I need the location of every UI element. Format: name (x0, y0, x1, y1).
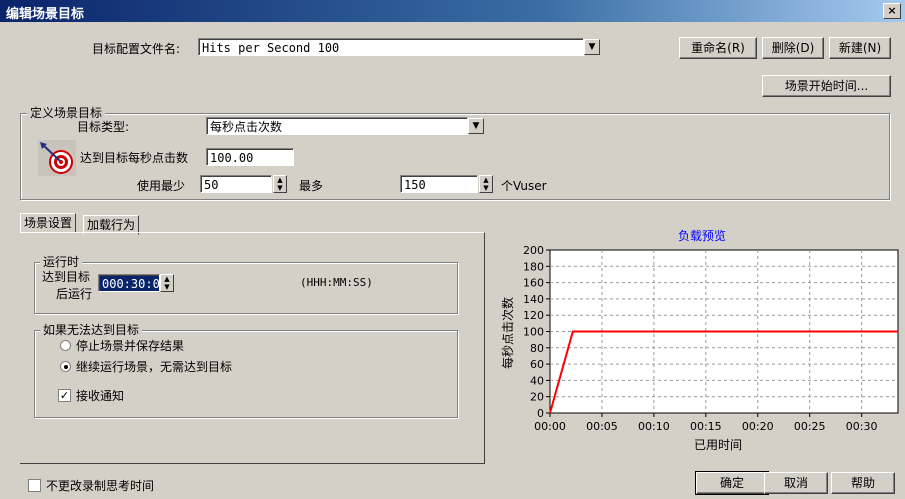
max-label: 最多 (299, 179, 324, 193)
notify-label: 接收通知 (76, 389, 125, 403)
x-tick-label: 00:10 (638, 420, 670, 433)
x-tick-label: 00:15 (690, 420, 722, 433)
spin-down-icon[interactable]: ▼ (480, 184, 492, 192)
window-title: 编辑场景目标 (6, 7, 85, 22)
help-button[interactable]: 帮助 (831, 472, 895, 494)
goal-type-dropdown-button[interactable]: ▼ (468, 118, 484, 134)
run-time-format-hint: (HHH:MM:SS) (300, 276, 373, 289)
chart-ylabel: 每秒点击次数 (500, 297, 515, 369)
ok-button[interactable]: 确定 (695, 471, 769, 495)
y-tick-label: 60 (530, 358, 544, 371)
cannot-reach-title: 如果无法达到目标 (40, 321, 143, 338)
run-time-spinner[interactable]: ▲ ▼ (160, 274, 174, 292)
title-bar: 编辑场景目标 × (0, 0, 905, 22)
chart-xlabel: 已用时间 (694, 438, 742, 452)
y-tick-label: 200 (523, 244, 544, 257)
spin-up-icon[interactable]: ▲ (480, 176, 492, 184)
y-tick-label: 0 (537, 407, 544, 420)
run-time-input[interactable]: 000:30:0 (98, 274, 160, 292)
spin-down-icon[interactable]: ▼ (274, 184, 286, 192)
continue-scenario-label: 继续运行场景，无需达到目标 (76, 360, 233, 374)
scenario-start-time-button[interactable]: 场景开始时间... (762, 75, 891, 97)
y-tick-label: 20 (530, 391, 544, 404)
tab-scenario-settings[interactable]: 场景设置 (20, 213, 77, 233)
y-tick-label: 100 (523, 326, 544, 339)
vuser-unit-label: 个Vuser (501, 179, 547, 193)
y-tick-label: 40 (530, 374, 544, 387)
spin-up-icon[interactable]: ▲ (161, 275, 173, 283)
max-vusers-input[interactable]: 150 (400, 175, 478, 193)
min-vusers-input[interactable]: 50 (200, 175, 272, 193)
y-tick-label: 160 (523, 277, 544, 290)
goal-type-label: 目标类型: (77, 120, 130, 134)
new-button[interactable]: 新建(N) (829, 37, 891, 59)
y-tick-label: 140 (523, 293, 544, 306)
y-tick-label: 120 (523, 309, 544, 322)
close-button[interactable]: × (883, 3, 901, 19)
y-tick-label: 180 (523, 260, 544, 273)
no-change-think-checkbox[interactable] (28, 479, 41, 492)
x-tick-label: 00:25 (794, 420, 826, 433)
stop-scenario-label: 停止场景并保存结果 (76, 339, 185, 353)
target-hits-label: 达到目标每秒点击数 (80, 151, 189, 165)
target-icon (38, 140, 76, 176)
run-time-label-line2: 后运行 (56, 287, 93, 301)
y-tick-label: 80 (530, 342, 544, 355)
min-vusers-spinner[interactable]: ▲ ▼ (273, 175, 287, 193)
spin-up-icon[interactable]: ▲ (274, 176, 286, 184)
use-min-label: 使用最少 (137, 179, 186, 193)
chevron-down-icon: ▼ (588, 42, 596, 52)
stop-scenario-radio[interactable] (60, 340, 71, 351)
spin-down-icon[interactable]: ▼ (161, 283, 173, 291)
profile-name-input[interactable]: Hits per Second 100 (198, 38, 584, 56)
max-vusers-spinner[interactable]: ▲ ▼ (479, 175, 493, 193)
continue-scenario-radio[interactable] (60, 361, 71, 372)
cancel-button[interactable]: 取消 (764, 472, 828, 494)
x-tick-label: 00:00 (534, 420, 566, 433)
x-tick-label: 00:05 (586, 420, 618, 433)
target-hits-input[interactable]: 100.00 (206, 148, 294, 166)
check-icon: ✓ (59, 389, 70, 402)
profile-label: 目标配置文件名: (92, 42, 181, 56)
chevron-down-icon: ▼ (472, 121, 480, 131)
delete-button[interactable]: 删除(D) (762, 37, 824, 59)
x-tick-label: 00:30 (846, 420, 878, 433)
load-preview-chart: 负载预览 0 20 40 60 80 100 120 140 160 180 200 00:00 00:… (500, 228, 899, 452)
notify-checkbox[interactable]: ✓ (58, 389, 71, 402)
rename-button[interactable]: 重命名(R) (679, 37, 757, 59)
x-tick-label: 00:20 (742, 420, 774, 433)
run-time-label-line1: 达到目标 (42, 270, 91, 284)
no-change-think-label: 不更改录制思考时间 (46, 479, 155, 493)
profile-dropdown-button[interactable]: ▼ (584, 39, 600, 55)
chart-title: 负载预览 (678, 228, 726, 243)
goal-type-select[interactable]: 每秒点击次数 (206, 117, 468, 135)
